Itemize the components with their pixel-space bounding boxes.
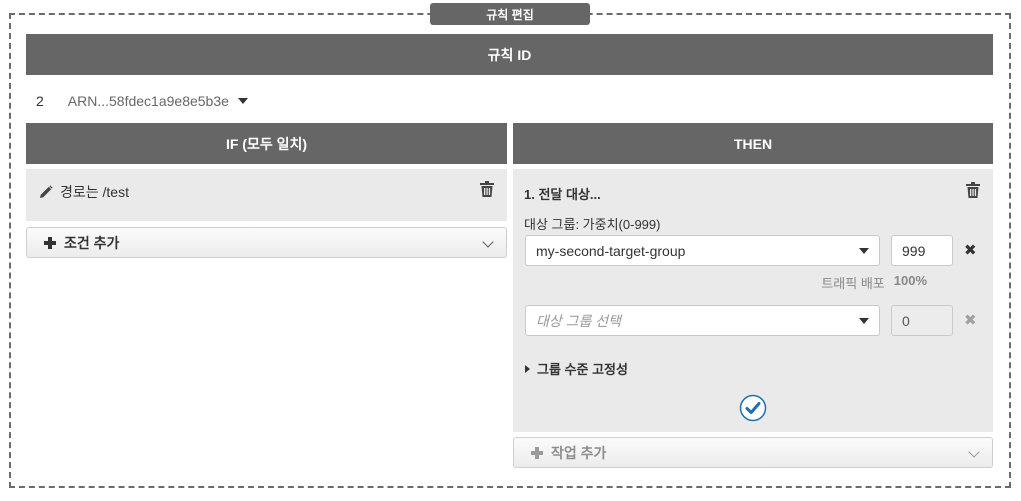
trash-icon[interactable] xyxy=(966,182,980,198)
condition-item: 경로는 /test xyxy=(26,169,507,221)
add-condition-label: 조건 추가 xyxy=(64,234,120,251)
remove-icon-disabled: ✖ xyxy=(964,312,977,329)
target-group-select-empty[interactable]: 대상 그룹 선택 xyxy=(525,305,880,336)
target-group-value: my-second-target-group xyxy=(536,242,686,259)
remove-icon[interactable]: ✖ xyxy=(964,241,977,259)
trash-icon[interactable] xyxy=(480,181,494,197)
caret-down-icon xyxy=(859,318,869,324)
add-action-button[interactable]: 작업 추가 xyxy=(513,437,993,468)
confirm-check-icon[interactable] xyxy=(739,394,767,422)
editor-tab: 규칙 편집 xyxy=(430,3,590,25)
target-group-label: 대상 그룹: 가중치(0-999) xyxy=(524,217,661,232)
then-header: THEN xyxy=(513,123,993,164)
weight-input[interactable]: 999 xyxy=(891,235,953,266)
plus-icon xyxy=(44,236,56,249)
chevron-down-icon xyxy=(968,446,980,458)
weight-input-disabled: 0 xyxy=(891,305,953,336)
rule-id-header: 규칙 ID xyxy=(26,34,993,75)
action-title: 1. 전달 대상... xyxy=(524,187,601,202)
pencil-icon[interactable] xyxy=(39,185,53,199)
traffic-percent: 100% xyxy=(893,273,927,288)
target-group-select[interactable]: my-second-target-group xyxy=(525,235,880,266)
chevron-down-icon xyxy=(482,236,494,248)
target-group-placeholder: 대상 그룹 선택 xyxy=(536,312,622,329)
action-item: 1. 전달 대상... 대상 그룹: 가중치(0-999) my-second-… xyxy=(513,169,993,432)
rule-number: 2 xyxy=(36,93,44,109)
stickiness-toggle[interactable]: 그룹 수준 고정성 xyxy=(525,359,628,378)
caret-down-icon xyxy=(859,248,869,254)
caret-right-icon xyxy=(525,364,530,373)
add-condition-button[interactable]: 조건 추가 xyxy=(26,227,507,258)
rule-selector[interactable]: 2 ARN...58fdec1a9e8e5b3e xyxy=(26,89,248,113)
if-header: IF (모두 일치) xyxy=(26,123,507,164)
plus-icon xyxy=(531,446,543,459)
rule-arn: ARN...58fdec1a9e8e5b3e xyxy=(67,93,229,109)
add-action-label: 작업 추가 xyxy=(551,444,607,461)
caret-down-icon[interactable] xyxy=(237,98,248,104)
condition-text: 경로는 /test xyxy=(60,184,129,200)
traffic-distribution: 트래픽 배포 100% xyxy=(821,273,927,292)
condition-edit[interactable]: 경로는 /test xyxy=(39,182,129,202)
stickiness-label: 그룹 수준 고정성 xyxy=(537,362,628,377)
traffic-label: 트래픽 배포 xyxy=(821,276,885,291)
